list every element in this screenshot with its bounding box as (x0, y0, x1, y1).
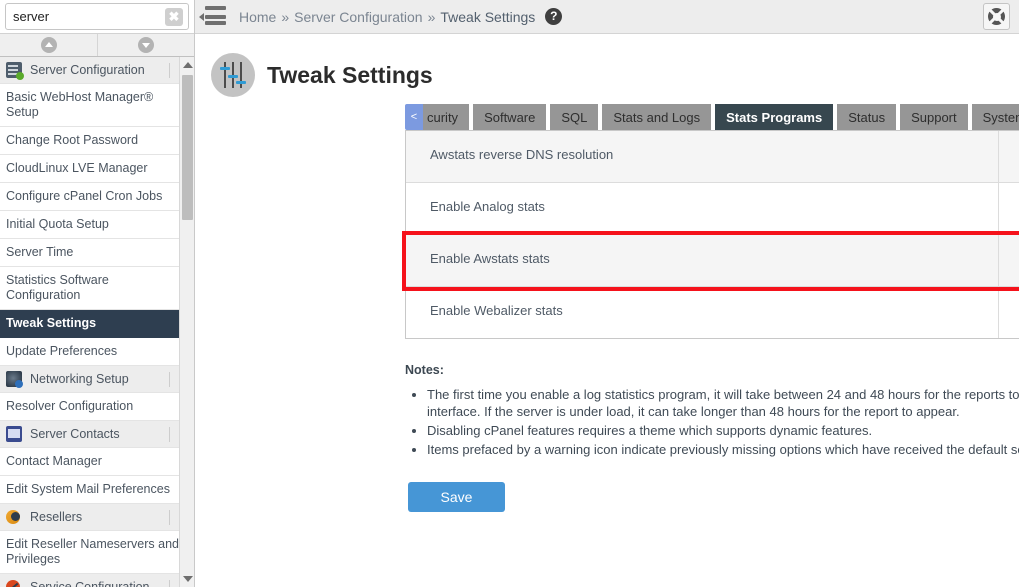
tab-sql[interactable]: SQL (550, 104, 599, 130)
setting-options: OnOffdefault (998, 183, 1019, 234)
resellers-icon (6, 509, 22, 525)
sidebar-item-service-configuration[interactable]: Service Configuration⌄ (0, 574, 194, 587)
lifesaver-icon (988, 8, 1005, 25)
sidebar-item-server-contacts[interactable]: Server Contacts⌄ (0, 421, 194, 448)
top-bar: Home» Server Configuration» Tweak Settings… (195, 0, 1019, 34)
sidebar-item-label: Server Configuration (30, 62, 145, 77)
tab-stats-and-logs[interactable]: Stats and Logs (602, 104, 712, 130)
page-header: Tweak Settings (195, 34, 1019, 104)
triangle-down-icon (182, 576, 193, 582)
save-button[interactable]: Save (408, 482, 505, 512)
setting-row: Enable Webalizer stats OnOffdefault (406, 287, 1019, 338)
setting-row: Enable Analog stats OnOffdefault (406, 183, 1019, 235)
sidebar-item-label: Networking Setup (30, 371, 129, 386)
setting-row: Awstats reverse DNS resolution OnOffdefau… (406, 131, 1019, 183)
contacts-icon (6, 426, 22, 442)
whm-page: ✖ Server Configuration⌄Basic WebHost Man… (0, 0, 1019, 587)
service-icon (6, 579, 22, 587)
sidebar-item-networking-setup[interactable]: Networking Setup⌄ (0, 366, 194, 393)
breadcrumb-separator: » (427, 8, 436, 25)
setting-label: Awstats reverse DNS resolution (430, 147, 614, 162)
main-area: Home» Server Configuration» Tweak Settings… (195, 0, 1019, 587)
tab-support[interactable]: Support (900, 104, 968, 130)
sidebar-item-update-preferences[interactable]: Update Preferences (0, 338, 194, 366)
sidebar-item-server-configuration[interactable]: Server Configuration⌄ (0, 57, 194, 84)
note-item: Disabling cPanel features requires a the… (427, 422, 1019, 439)
setting-label: Enable Awstats stats (430, 251, 550, 266)
tab-system[interactable]: System (971, 104, 1019, 130)
setting-options: OnOffdefault (998, 131, 1019, 182)
sidebar-item-statistics-software-configuration[interactable]: Statistics Software Configuration (0, 267, 194, 310)
sidebar-item-contact-manager[interactable]: Contact Manager (0, 448, 194, 476)
breadcrumb-separator: » (281, 8, 290, 25)
scrollbar-thumb[interactable] (182, 75, 193, 220)
tab-stats-programs[interactable]: Stats Programs (715, 104, 834, 130)
setting-options: OnOffdefault (998, 287, 1019, 338)
sidebar-search-area: ✖ (0, 0, 194, 33)
tabs-scroll-left-button[interactable]: < (405, 104, 423, 130)
network-icon (6, 371, 23, 388)
sidebar-item-change-root-password[interactable]: Change Root Password (0, 127, 194, 155)
chevron-up-icon (40, 37, 57, 53)
tab-curity[interactable]: curity (423, 104, 470, 130)
tab-software[interactable]: Software (473, 104, 547, 130)
sidebar-nav-arrows (0, 33, 194, 57)
notes-list: The first time you enable a log statisti… (405, 386, 1019, 458)
note-item: The first time you enable a log statisti… (427, 386, 1019, 420)
sidebar-item-configure-cpanel-cron-jobs[interactable]: Configure cPanel Cron Jobs (0, 183, 194, 211)
search-box[interactable]: ✖ (5, 3, 189, 30)
sidebar-item-initial-quota-setup[interactable]: Initial Quota Setup (0, 211, 194, 239)
sidebar-item-edit-reseller-nameservers-and-privileges[interactable]: Edit Reseller Nameservers and Privileges (0, 531, 194, 574)
sidebar-item-resolver-configuration[interactable]: Resolver Configuration (0, 393, 194, 421)
close-icon[interactable]: ✖ (165, 8, 183, 26)
scroll-down-button[interactable] (97, 34, 194, 56)
breadcrumb-item[interactable]: Home (239, 9, 276, 25)
sidebar-nav-list: Server Configuration⌄Basic WebHost Manag… (0, 57, 194, 587)
breadcrumb-item: Tweak Settings (440, 8, 536, 25)
page-title: Tweak Settings (267, 61, 433, 88)
setting-row: Enable Awstats stats OnOffdefault (406, 235, 1019, 287)
search-input[interactable] (6, 5, 188, 28)
sidebar-item-label: Resellers (30, 509, 83, 524)
breadcrumb: Home» Server Configuration» Tweak Settings… (239, 8, 563, 25)
tabs-row: < curity Software SQL Stats and Logs Stats Pr… (195, 104, 1019, 130)
sidebar: ✖ Server Configuration⌄Basic WebHost Man… (0, 0, 195, 587)
setting-options: OnOffdefault (998, 235, 1019, 286)
sidebar-item-server-time[interactable]: Server Time (0, 239, 194, 267)
tab-status[interactable]: Status (837, 104, 897, 130)
tabs-strip: < curity Software SQL Stats and Logs Stats Pr… (405, 104, 1019, 130)
scroll-up-button[interactable] (0, 34, 97, 56)
settings-table: Awstats reverse DNS resolution OnOffdefau… (402, 130, 1019, 339)
scrollbar-up-button[interactable] (180, 57, 194, 73)
sidebar-item-tweak-settings[interactable]: Tweak Settings (0, 310, 194, 338)
sidebar-item-resellers[interactable]: Resellers⌄ (0, 504, 194, 531)
notes-title: Notes: (405, 363, 444, 377)
note-item: Items prefaced by a warning icon indicat… (427, 441, 1019, 458)
triangle-up-icon (182, 62, 193, 68)
server-icon (6, 62, 24, 80)
sidebar-scrollbar[interactable] (179, 57, 194, 587)
support-button[interactable] (983, 3, 1010, 30)
help-icon[interactable]: ? (545, 8, 563, 25)
breadcrumb-item[interactable]: Server Configuration (294, 9, 422, 25)
setting-label: Enable Webalizer stats (430, 303, 563, 318)
hamburger-icon[interactable] (199, 5, 227, 28)
setting-label: Enable Analog stats (430, 199, 545, 214)
sidebar-item-label: Server Contacts (30, 426, 120, 441)
scrollbar-down-button[interactable] (180, 571, 194, 587)
sidebar-item-basic-webhost-manager-setup[interactable]: Basic WebHost Manager® Setup (0, 84, 194, 127)
sidebar-item-cloudlinux-lve-manager[interactable]: CloudLinux LVE Manager (0, 155, 194, 183)
sliders-icon (211, 53, 255, 97)
sidebar-item-label: Service Configuration (30, 579, 150, 587)
notes-section: Notes: The first time you enable a log s… (405, 363, 1019, 458)
chevron-down-icon (138, 37, 154, 53)
sidebar-item-edit-system-mail-preferences[interactable]: Edit System Mail Preferences (0, 476, 194, 504)
